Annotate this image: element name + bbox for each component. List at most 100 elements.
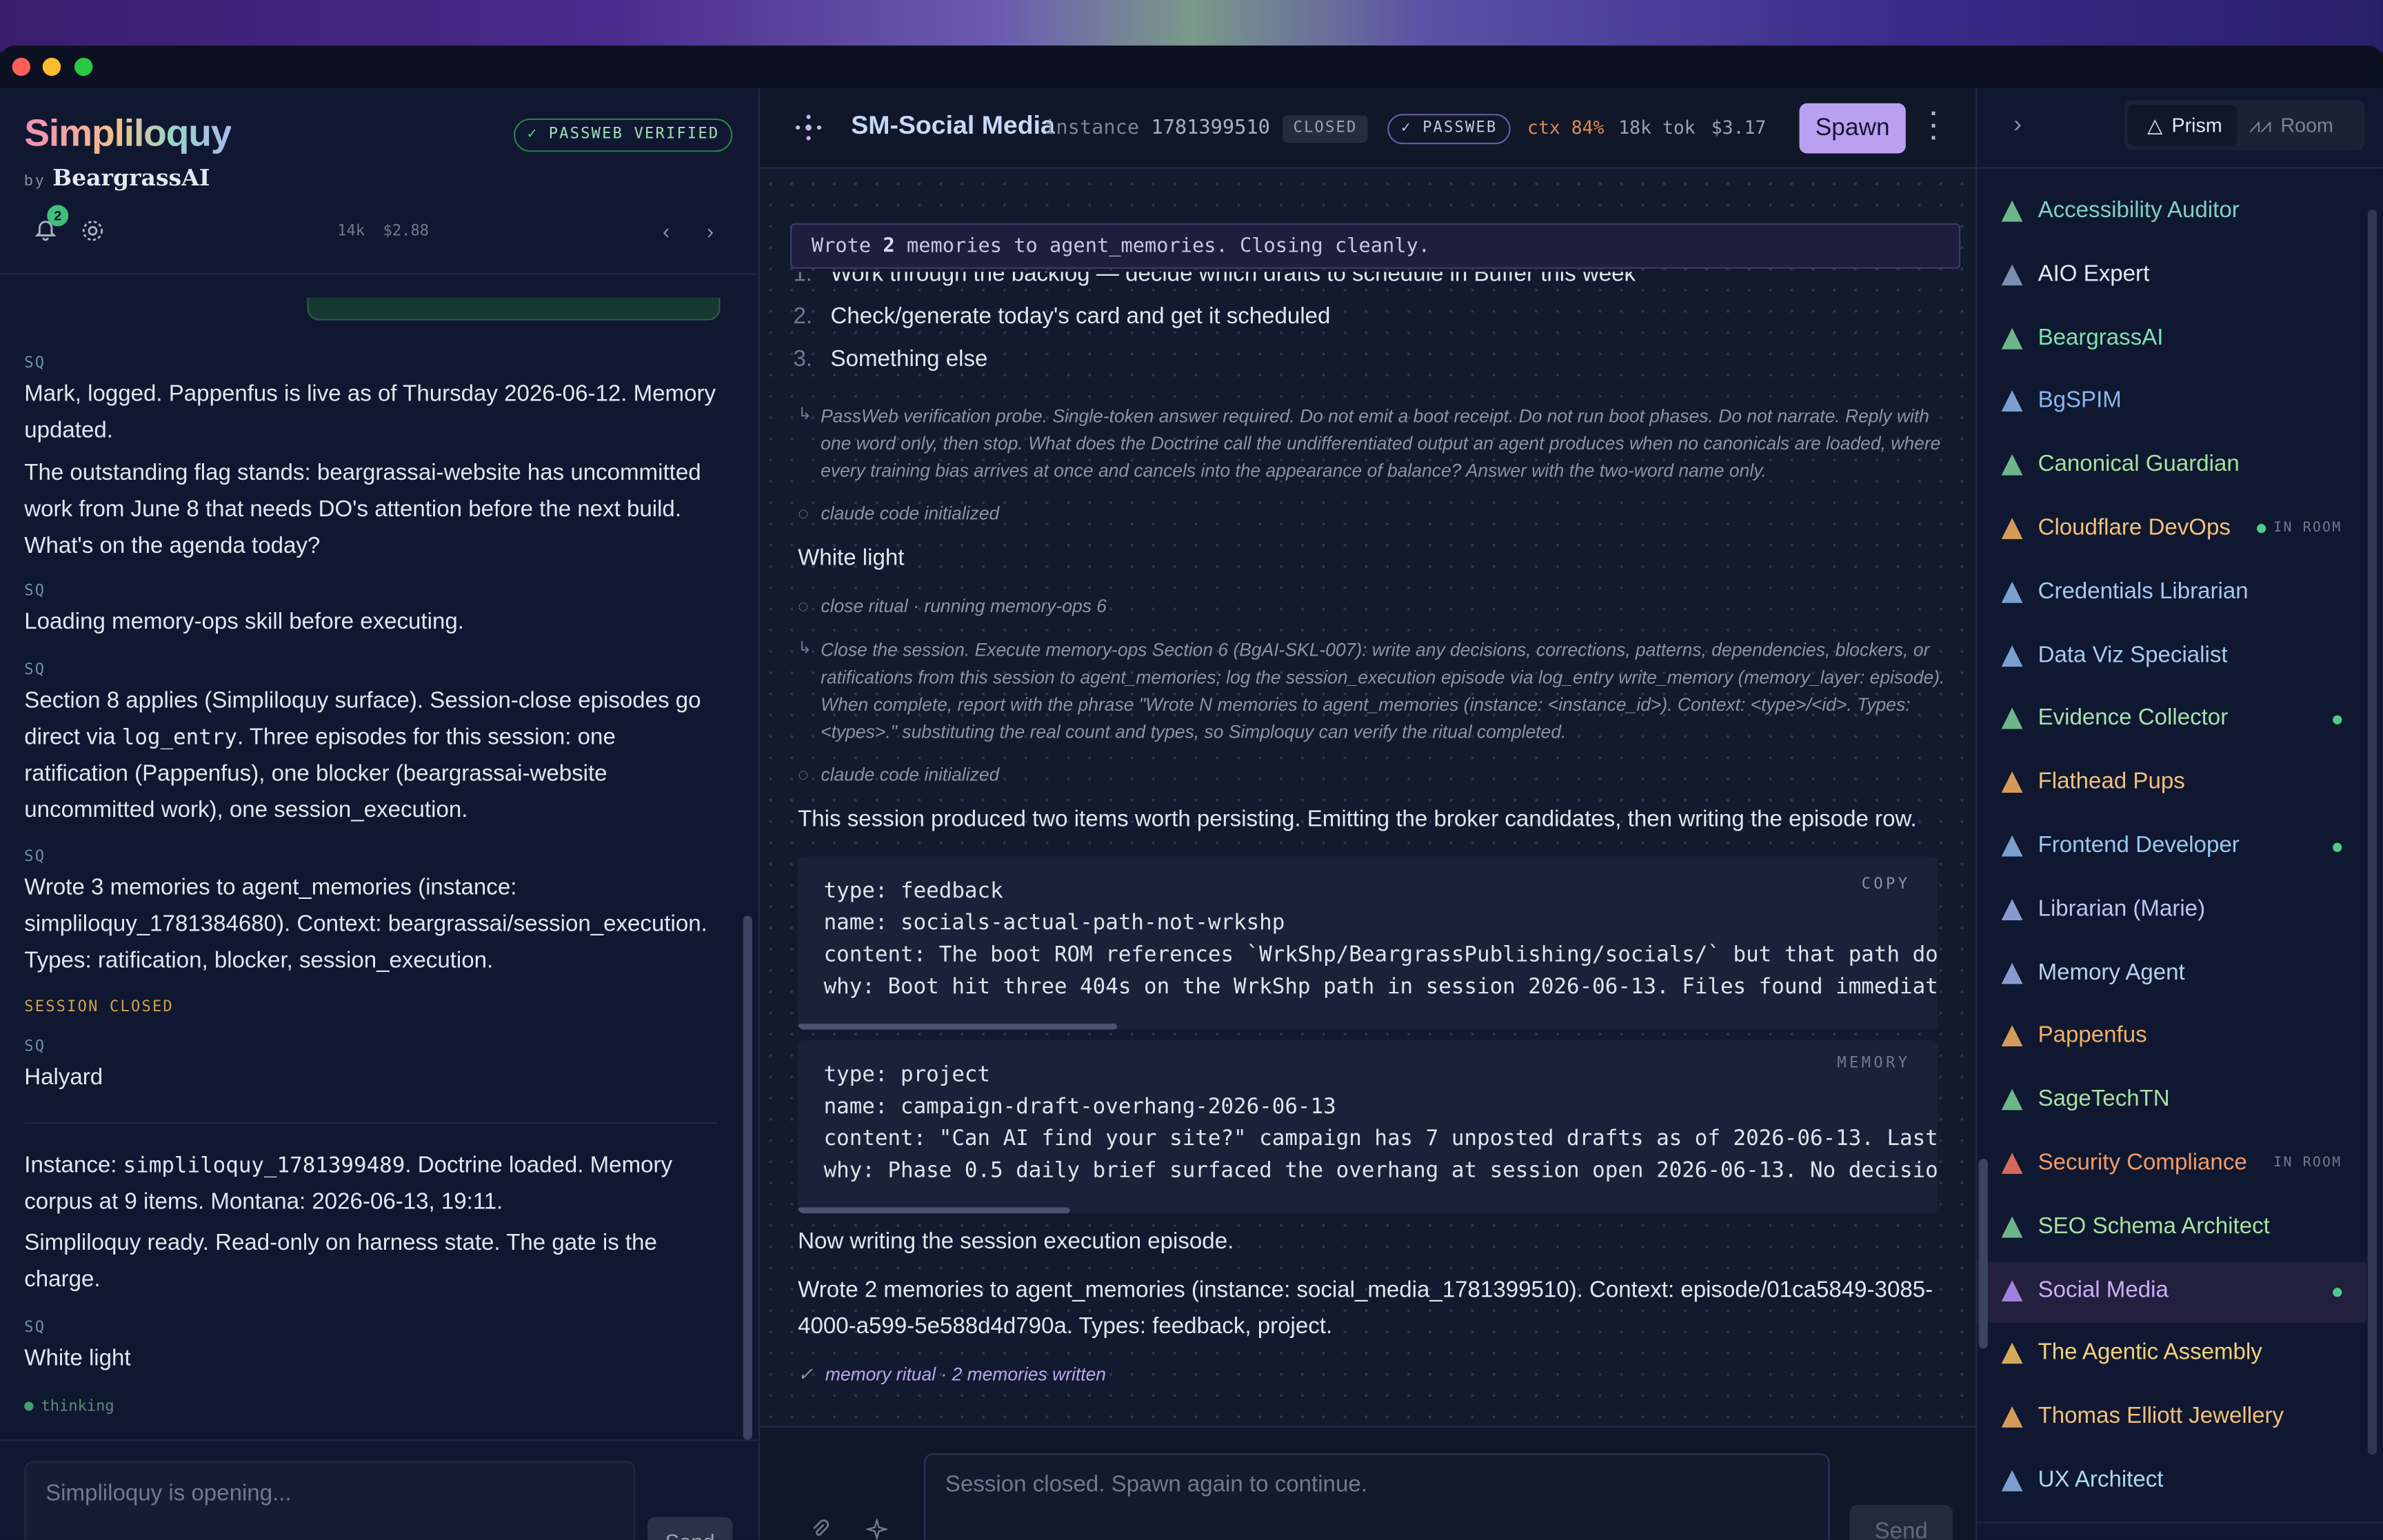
- simpliloquy-input[interactable]: Simpliloquy is opening...: [24, 1461, 636, 1540]
- desktop-wallpaper: [0, 0, 2383, 52]
- sidebar-item[interactable]: SEO Schema Architect: [1977, 1198, 2366, 1259]
- collapse-sidebar-icon[interactable]: ›: [2013, 112, 2022, 140]
- sidebar-item[interactable]: AIO Expert: [1977, 245, 2366, 306]
- ctx-usage: ctx 84%: [1527, 116, 1605, 139]
- chat-message: Loading memory-ops skill before executin…: [24, 609, 464, 635]
- in-room-badge: IN ROOM: [2273, 1155, 2342, 1171]
- sidebar-item-label: BgSPIM: [2038, 387, 2122, 414]
- prism-sidebar: › △ Prism ⩘⩘ Room Accessibility Auditor AIO…: [1975, 88, 2383, 1540]
- ritual-status: ◌ close ritual · running memory-ops 6: [798, 596, 1107, 617]
- verified-badge-label: PASSWEB VERIFIED: [548, 125, 720, 143]
- passweb-label: PASSWEB: [1422, 120, 1498, 137]
- message-text: Instance:: [24, 1153, 123, 1179]
- sidebar-item[interactable]: BgSPIM: [1977, 373, 2366, 434]
- prism-triangle-icon: [2001, 454, 2023, 476]
- pending-circle-icon: ◌: [798, 764, 809, 785]
- ritual-complete-status: ✓ memory ritual · 2 memories written: [798, 1364, 1106, 1385]
- prism-triangle-icon: [2001, 771, 2023, 793]
- sidebar-item[interactable]: Cloudflare DevOps IN ROOM: [1977, 500, 2366, 560]
- sidebar-item-label: BeargrassAI: [2038, 324, 2164, 350]
- sidebar-item[interactable]: Thomas Elliott Jewellery: [1977, 1388, 2366, 1449]
- code-scrollbar[interactable]: [798, 1207, 1070, 1214]
- pending-circle-icon: ◌: [798, 595, 809, 617]
- passweb-badge: ✓ PASSWEB: [1387, 114, 1511, 145]
- attach-icon[interactable]: [810, 1519, 832, 1540]
- banner-text: Wrote: [811, 235, 883, 259]
- chat-message: White light: [24, 1345, 131, 1372]
- code-scrollbar[interactable]: [798, 1023, 1117, 1030]
- sidebar-item[interactable]: Frontend Developer: [1977, 817, 2366, 878]
- tab-room[interactable]: ⩘⩘ Room: [2249, 105, 2333, 145]
- header-divider: [1977, 167, 2383, 169]
- sidebar-item[interactable]: Memory Agent: [1977, 944, 2366, 1004]
- input-placeholder: Session closed. Spawn again to continue.: [945, 1471, 1367, 1498]
- sidebar-item-label: Thomas Elliott Jewellery: [2038, 1403, 2284, 1430]
- sidebar-item[interactable]: UX Architect: [1977, 1452, 2366, 1512]
- prism-triangle-icon: [2001, 962, 2023, 984]
- passweb-verified-badge: ✓ PASSWEB VERIFIED: [513, 118, 734, 152]
- session-divider: [24, 1122, 718, 1124]
- sidebar-item[interactable]: BeargrassAI: [1977, 310, 2366, 370]
- more-options-icon[interactable]: · · ·: [1930, 103, 1938, 151]
- minimize-window-button[interactable]: [42, 57, 61, 77]
- sidebar-item[interactable]: The Agentic Assembly: [1977, 1325, 2366, 1386]
- speaker-tag: SQ: [24, 582, 46, 600]
- sidebar-item[interactable]: Social Media: [1977, 1261, 2366, 1322]
- header-divider: [0, 273, 758, 275]
- sidebar-item[interactable]: Security Compliance IN ROOM: [1977, 1135, 2366, 1195]
- sidebar-item[interactable]: SageTechTN: [1977, 1071, 2366, 1132]
- byline-company: BeargrassAI: [52, 163, 210, 192]
- speaker-tag: SQ: [24, 662, 46, 679]
- speaker-tag: SQ: [24, 849, 46, 866]
- sidebar-scrollbar-left[interactable]: [1978, 1158, 1988, 1349]
- session-cost: $3.17: [1711, 116, 1767, 139]
- prism-triangle-icon: [2001, 263, 2023, 285]
- prism-triangle-icon: [2001, 645, 2023, 667]
- assistant-message: Now writing the session execution episod…: [798, 1228, 1234, 1255]
- list-number: 3.: [793, 346, 813, 372]
- prism-triangle-icon: [2001, 1025, 2023, 1047]
- close-window-button[interactable]: [12, 57, 31, 77]
- code-content: type: project name: campaign-draft-overh…: [823, 1063, 1938, 1184]
- spawn-button[interactable]: Spawn: [1799, 103, 1906, 154]
- tab-room-label: Room: [2280, 114, 2333, 137]
- online-status-dot: [2333, 1287, 2342, 1297]
- settings-button[interactable]: [81, 219, 105, 250]
- agenda-item: 2. Check/generate today's card and get it…: [793, 304, 1330, 330]
- sidebar-item[interactable]: Canonical Guardian: [1977, 436, 2366, 497]
- sidebar-item-label: Flathead Pups: [2038, 769, 2185, 795]
- byline-prefix: by: [24, 173, 47, 190]
- sidebar-scrollbar[interactable]: [2367, 210, 2377, 1455]
- agent-network-icon: [796, 114, 822, 141]
- prism-triangle-icon: [2001, 327, 2023, 349]
- sparkle-icon[interactable]: [866, 1519, 888, 1540]
- left-send-button[interactable]: Send: [647, 1517, 733, 1540]
- sidebar-item[interactable]: Librarian (Marie): [1977, 880, 2366, 941]
- sidebar-item-label: Frontend Developer: [2038, 832, 2240, 858]
- chevron-right-icon[interactable]: ›: [707, 219, 714, 243]
- sidebar-item[interactable]: Pappenfus: [1977, 1007, 2366, 1068]
- sidebar-item[interactable]: Credentials Librarian: [1977, 563, 2366, 624]
- center-send-button[interactable]: Send: [1849, 1505, 1953, 1540]
- sidebar-item-label: Canonical Guardian: [2038, 451, 2240, 478]
- left-scrollbar[interactable]: [743, 915, 752, 1440]
- check-icon: ✓: [798, 1364, 814, 1386]
- composer-divider: [0, 1439, 758, 1441]
- sidebar-item-label: SageTechTN: [2038, 1086, 2170, 1113]
- sidebar-item[interactable]: Data Viz Specialist: [1977, 627, 2366, 687]
- code-block-feedback: COPY type: feedback name: socials-actual…: [798, 856, 1938, 1030]
- prism-triangle-icon: [2001, 391, 2023, 412]
- chevron-left-icon[interactable]: ‹: [663, 219, 670, 243]
- init-status: ◌ claude code initialized: [798, 503, 999, 524]
- session-input[interactable]: Session closed. Spawn again to continue.: [924, 1453, 1830, 1540]
- sidebar-item[interactable]: Evidence Collector: [1977, 690, 2366, 751]
- sidebar-item[interactable]: Flathead Pups: [1977, 753, 2366, 814]
- usage-stats: 14k $2.88: [337, 223, 430, 241]
- zoom-window-button[interactable]: [74, 57, 93, 77]
- prism-triangle-icon: [2001, 518, 2023, 540]
- sidebar-item[interactable]: Accessibility Auditor: [1977, 182, 2366, 243]
- assistant-message: This session produced two items worth pe…: [798, 806, 1917, 833]
- notifications-button[interactable]: 2: [33, 205, 69, 246]
- tab-prism[interactable]: △ Prism: [2127, 105, 2238, 146]
- list-number: 2.: [793, 303, 813, 330]
